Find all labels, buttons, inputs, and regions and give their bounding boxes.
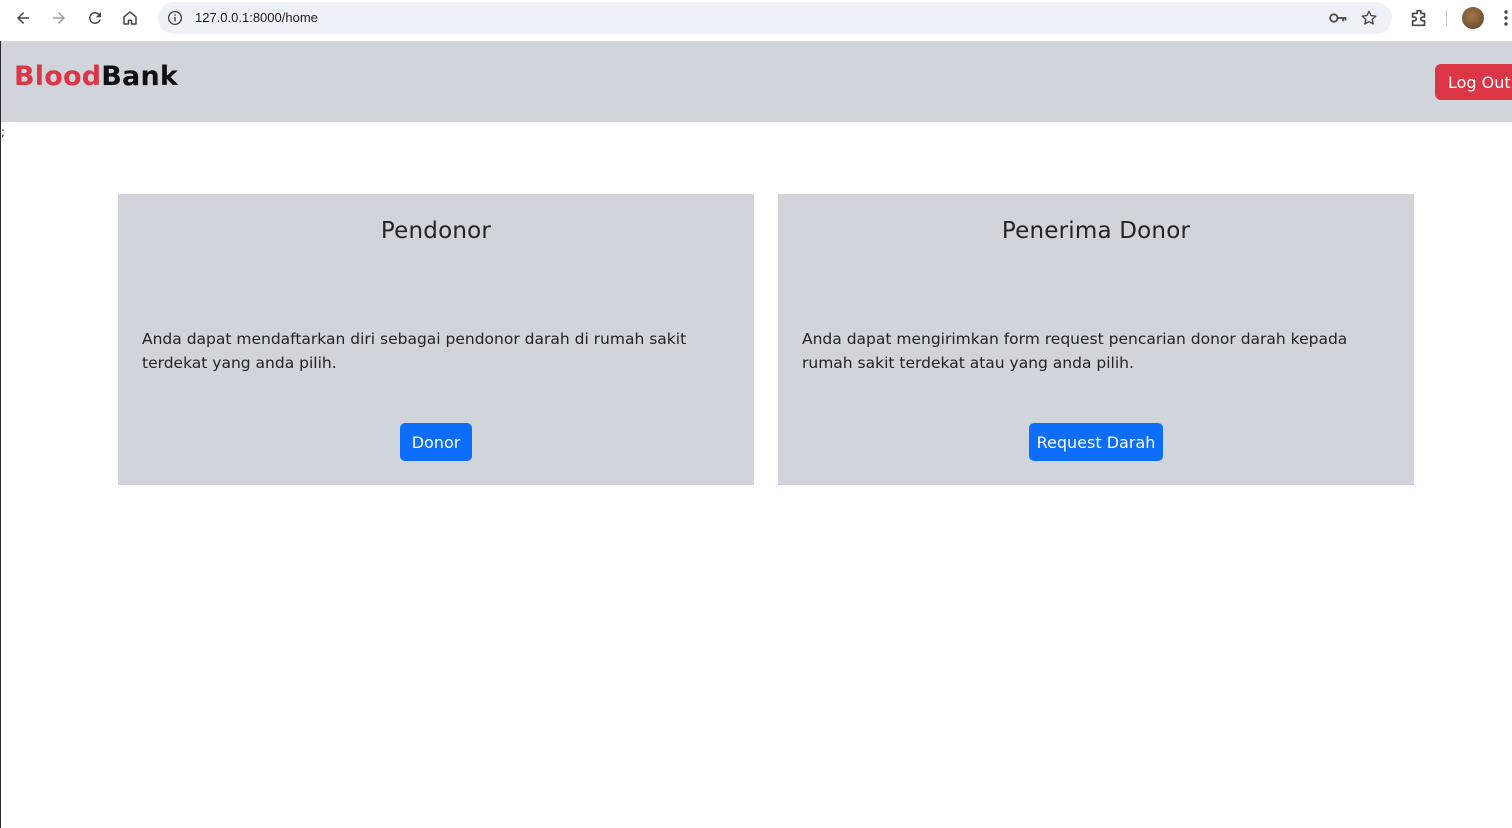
menu-dots-icon[interactable] (1500, 8, 1512, 28)
browser-toolbar: 127.0.0.1:8000/home (0, 0, 1512, 36)
profile-avatar[interactable] (1462, 7, 1484, 29)
reload-icon (88, 11, 101, 24)
card-description: Anda dapat mendaftarkan diri sebagai pen… (142, 330, 687, 372)
home-icon (123, 11, 137, 25)
address-bar[interactable]: 127.0.0.1:8000/home (158, 2, 1392, 34)
brand-logo[interactable]: BloodBank (14, 61, 178, 92)
page-viewport: BloodBank Log Out ; Pendonor Anda dapat … (0, 41, 1512, 828)
request-blood-button[interactable]: Request Darah (1029, 423, 1163, 461)
brand-bank: Bank (101, 61, 179, 92)
logout-button[interactable]: Log Out (1435, 64, 1512, 100)
extensions-icon[interactable] (1408, 7, 1430, 29)
home-button[interactable] (116, 4, 144, 32)
key-icon[interactable] (1328, 9, 1348, 27)
brand-blood: Blood (14, 61, 102, 92)
arrow-right-icon (53, 12, 65, 24)
recipient-card: Penerima Donor Anda dapat mengirimkan fo… (778, 194, 1414, 485)
card-title: Penerima Donor (1001, 218, 1191, 244)
toolbar-divider (1446, 10, 1447, 26)
info-icon[interactable] (166, 9, 184, 27)
navbar: BloodBank Log Out (1, 41, 1512, 122)
card-description: Anda dapat mengirimkan form request penc… (802, 330, 1348, 372)
card-title: Pendonor (380, 218, 492, 244)
donor-card: Pendonor Anda dapat mendaftarkan diri se… (118, 194, 754, 485)
reload-button[interactable] (81, 4, 109, 32)
donor-button[interactable]: Donor (400, 423, 472, 461)
star-icon[interactable] (1360, 9, 1378, 27)
forward-button[interactable] (45, 4, 73, 32)
url-text: 127.0.0.1:8000/home (195, 10, 318, 25)
back-button[interactable] (9, 4, 37, 32)
stray-text: ; (1, 125, 6, 139)
arrow-left-icon (17, 12, 29, 24)
